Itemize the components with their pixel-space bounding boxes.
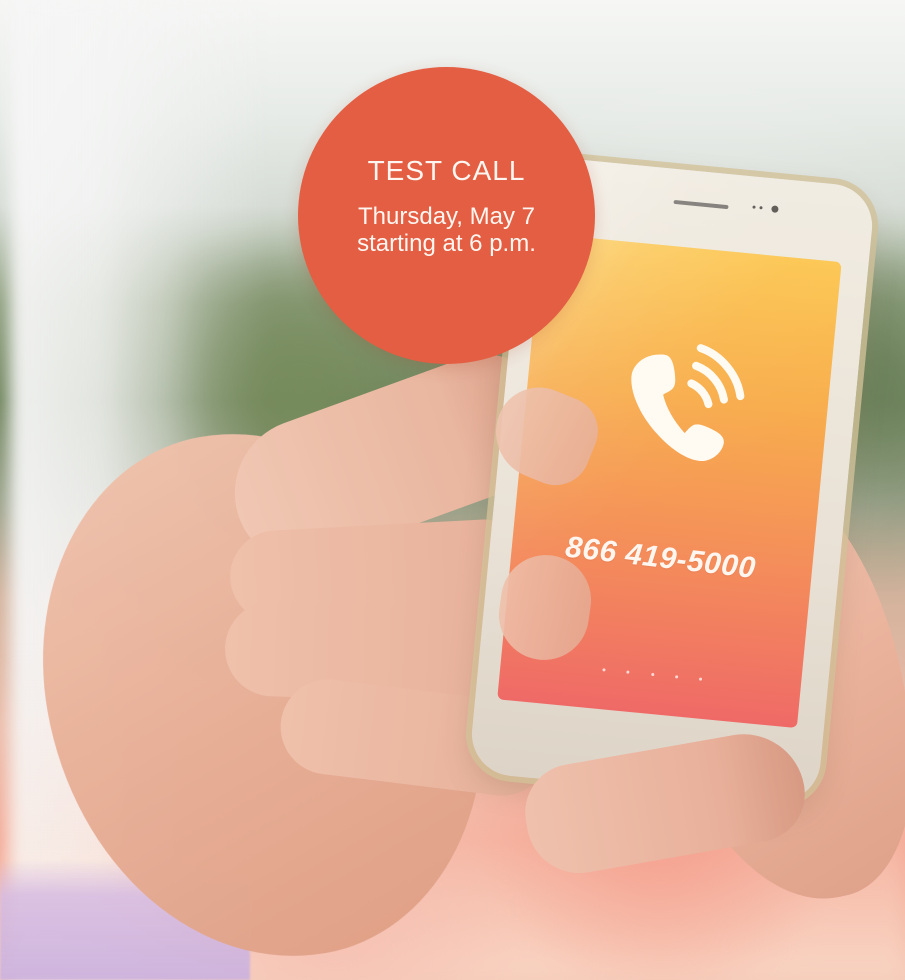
sensor-dot	[752, 205, 756, 209]
front-camera	[771, 205, 779, 213]
promo-image: 866 419-5000 TEST CALL Thursday, May 7 s…	[0, 0, 905, 980]
phone-speaker	[673, 199, 729, 210]
badge-time: starting at 6 p.m.	[357, 229, 536, 257]
page-dot	[626, 670, 630, 674]
badge-title: TEST CALL	[367, 154, 526, 186]
page-dot	[650, 672, 654, 677]
page-dot	[674, 675, 679, 679]
page-indicator	[602, 668, 703, 686]
test-call-badge: TEST CALL Thursday, May 7 starting at 6 …	[298, 67, 595, 364]
phone-call-icon	[605, 334, 757, 477]
page-dot	[602, 668, 606, 672]
badge-date: Thursday, May 7	[358, 202, 535, 230]
page-dot	[698, 677, 703, 681]
sensor-dot	[759, 206, 763, 210]
